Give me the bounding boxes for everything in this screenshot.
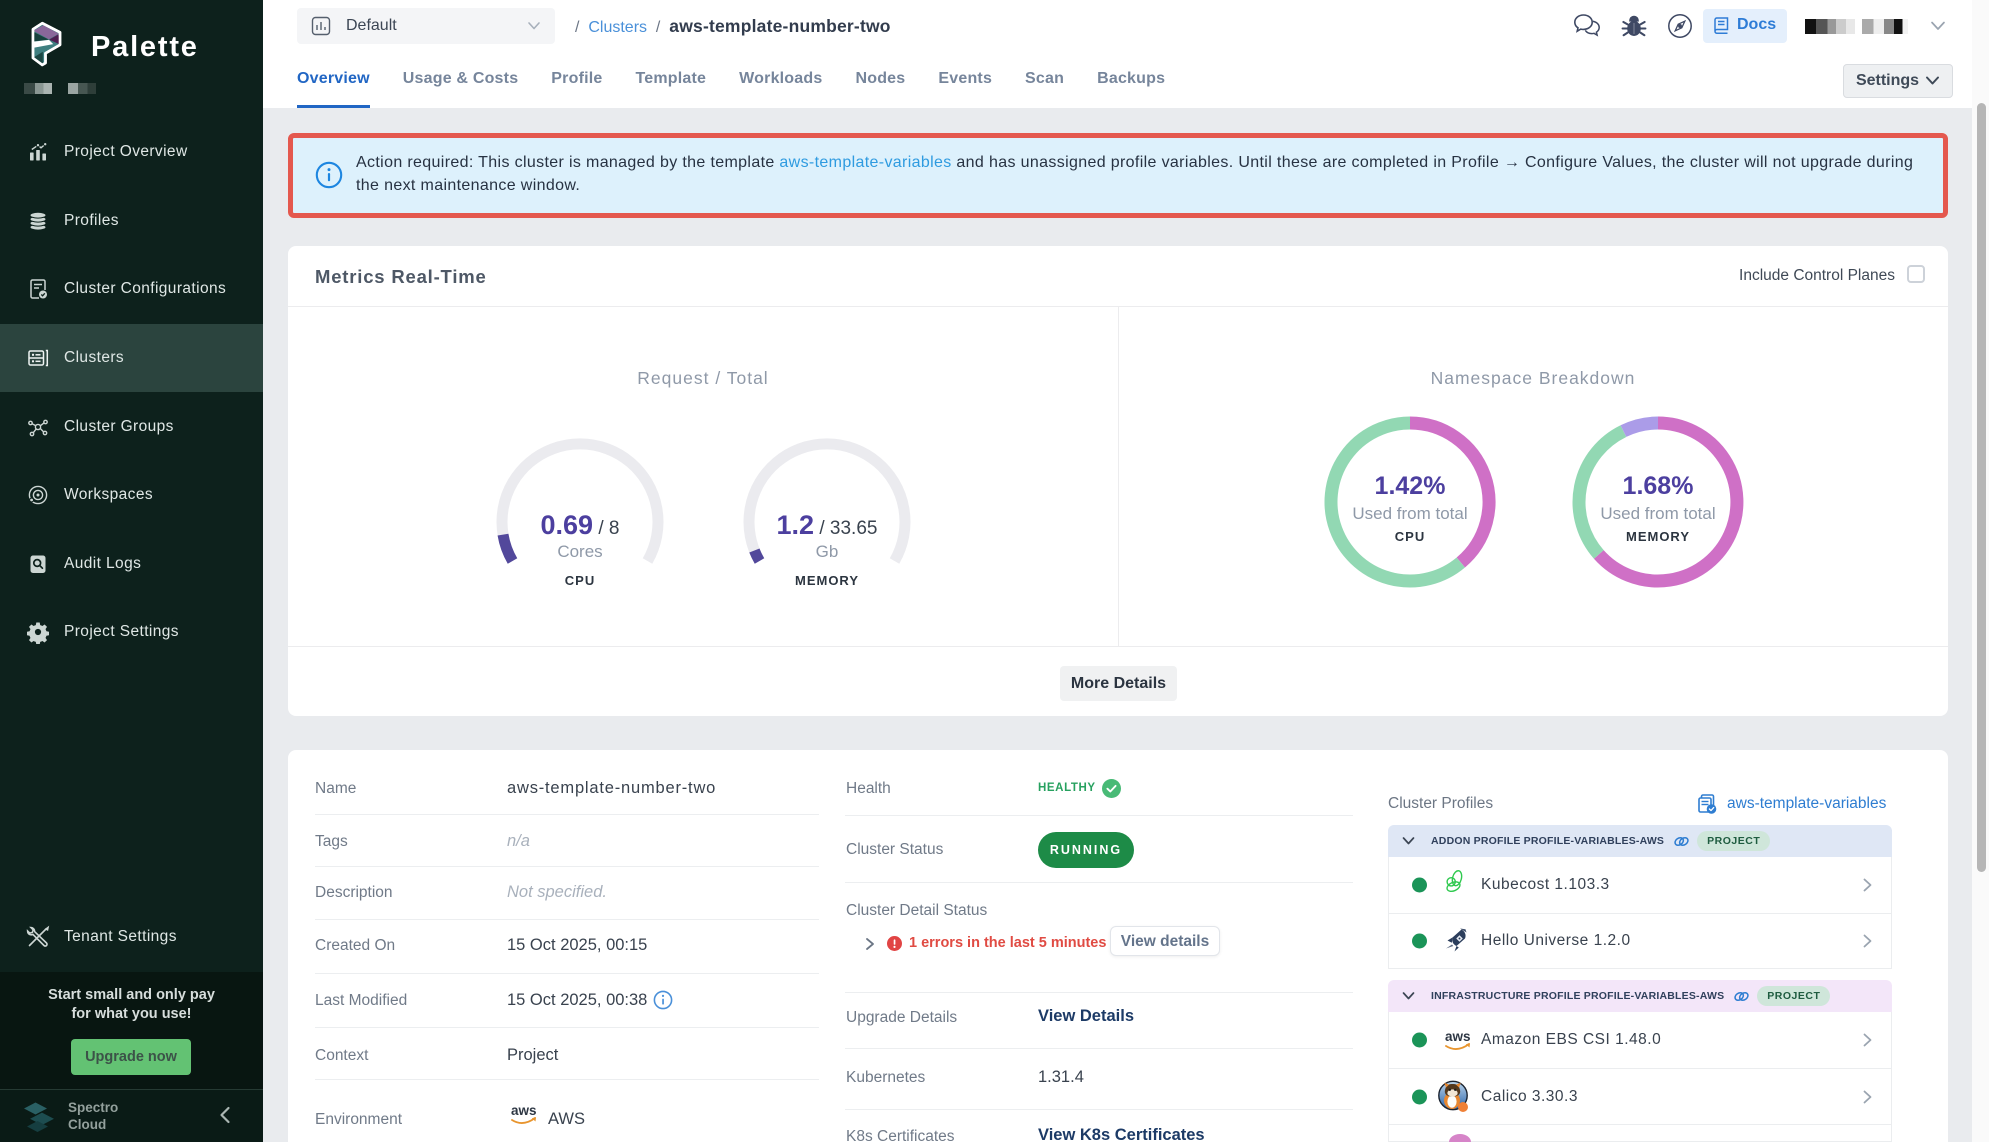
- svg-text:aws: aws: [1445, 1029, 1471, 1044]
- svg-text:aws: aws: [511, 1103, 537, 1118]
